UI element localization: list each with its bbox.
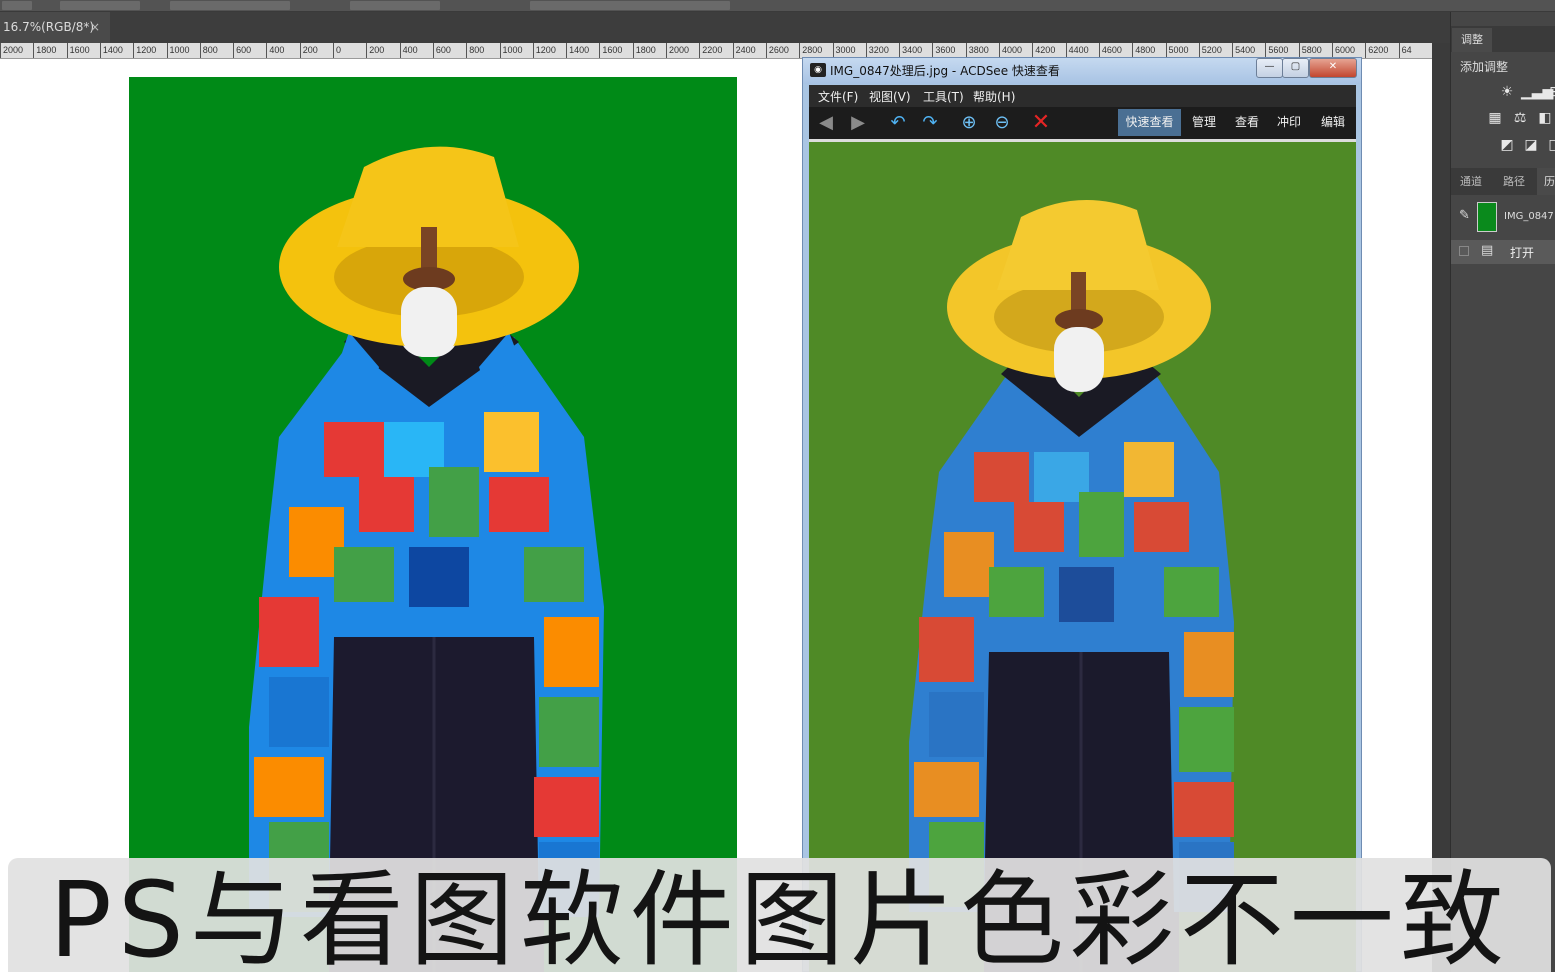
ruler-tick: 1400 <box>99 43 123 58</box>
right-panels <box>1450 12 1555 972</box>
document-tab-label: 16.7%(RGB/8*) <box>3 20 95 34</box>
ruler-tick: 2400 <box>732 43 756 58</box>
history-open-label: 打开 <box>1510 246 1535 260</box>
menu-help[interactable]: 帮助(H) <box>973 88 1015 105</box>
rotate-left-icon[interactable]: ↶ <box>886 111 910 135</box>
ruler-tick: 1200 <box>532 43 556 58</box>
mode-manage[interactable]: 管理 <box>1184 109 1224 136</box>
menu-file[interactable]: 文件(F) <box>818 88 858 105</box>
adjustments-title: 添加调整 <box>1460 60 1509 74</box>
3d-mode-buttons[interactable] <box>530 1 730 10</box>
ruler-tick: 800 <box>466 43 484 58</box>
rotate-right-icon[interactable]: ↷ <box>918 111 942 135</box>
zoom-in-icon[interactable]: ⊕ <box>957 111 981 135</box>
distribute-buttons[interactable] <box>350 1 440 10</box>
ruler-tick: 1600 <box>66 43 90 58</box>
ruler-tick: 600 <box>432 43 451 58</box>
brush-icon: ✎ <box>1459 208 1470 223</box>
ruler-tick: 400 <box>399 43 418 58</box>
tool-preset[interactable] <box>2 1 32 10</box>
menu-tools[interactable]: 工具(T) <box>923 88 964 105</box>
gradient-map-icon[interactable]: ◪ <box>1521 137 1541 153</box>
options-bar <box>0 0 1555 12</box>
tab-paths[interactable]: 路径 <box>1503 168 1525 195</box>
snapshot-thumbnail <box>1477 202 1497 232</box>
invert-icon[interactable]: ◩ <box>1497 137 1517 153</box>
delete-icon[interactable]: ✕ <box>1029 111 1053 135</box>
mode-quick-view[interactable]: 快速查看 <box>1118 109 1181 136</box>
grid-icon[interactable]: ▦ <box>1485 110 1505 126</box>
acdsee-window-title: IMG_0847处理后.jpg - ACDSee 快速查看 <box>830 64 1060 78</box>
photoshop-image <box>129 77 737 972</box>
previous-icon[interactable]: ◀ <box>814 111 838 135</box>
caption-text: PS与看图软件图片色彩不一致 <box>49 860 1510 972</box>
vertical-scrollbar[interactable] <box>1432 43 1450 972</box>
ruler-tick: 2200 <box>699 43 722 58</box>
options-field[interactable] <box>60 1 140 10</box>
maximize-button[interactable]: ▢ <box>1282 58 1309 78</box>
close-button[interactable]: ✕ <box>1309 58 1357 78</box>
mode-edit[interactable]: 编辑 <box>1312 109 1354 136</box>
tab-channels[interactable]: 通道 <box>1460 168 1482 195</box>
mannequin-photo-acdsee <box>909 200 1234 972</box>
selective-icon[interactable]: ◨ <box>1545 137 1555 153</box>
ruler-tick: 6200 <box>1365 43 1388 58</box>
ruler-tick: 1200 <box>133 43 156 58</box>
brightness-icon[interactable]: ☀ <box>1497 84 1517 100</box>
tab-adjustments[interactable]: 调整 <box>1452 28 1492 52</box>
ruler-tick: 200 <box>366 43 384 58</box>
ruler-tick: 400 <box>266 43 284 58</box>
ruler-tick: 200 <box>299 43 318 58</box>
history-state-open[interactable]: ▤ 打开 <box>1451 240 1555 264</box>
ruler-tick: 1600 <box>599 43 622 58</box>
next-icon[interactable]: ▶ <box>846 111 870 135</box>
ruler-tick: 600 <box>233 43 251 58</box>
minimize-button[interactable]: — <box>1256 58 1283 78</box>
snapshot-label: IMG_0847 <box>1504 211 1554 222</box>
ruler-tick: 64 <box>1398 43 1412 58</box>
history-checkbox[interactable] <box>1459 246 1469 256</box>
balance-icon[interactable]: ⚖ <box>1510 110 1530 126</box>
align-buttons[interactable] <box>170 1 290 10</box>
close-tab-icon[interactable]: × <box>90 12 100 43</box>
tab-history[interactable]: 历 <box>1537 168 1555 195</box>
menu-view[interactable]: 视图(V) <box>869 88 911 105</box>
mannequin-photo-ps <box>249 146 604 972</box>
ruler-tick: 2000 <box>666 43 689 58</box>
zoom-out-icon[interactable]: ⊖ <box>990 111 1014 135</box>
bw-icon[interactable]: ◧ <box>1535 110 1555 126</box>
ruler-tick: 0 <box>333 43 341 58</box>
mode-print[interactable]: 冲印 <box>1269 109 1309 136</box>
acdsee-app-icon: ◉ <box>810 63 826 77</box>
levels-icon[interactable]: ▁▃▅ <box>1521 84 1553 100</box>
ruler-tick: 800 <box>199 43 218 58</box>
ruler-tick: 1800 <box>33 43 56 58</box>
acdsee-image <box>809 142 1356 972</box>
document-tab[interactable]: 16.7%(RGB/8*) × <box>0 12 110 43</box>
ruler-tick: 1000 <box>499 43 523 58</box>
ruler-tick: 1000 <box>166 43 190 58</box>
ruler-tick: 2000 <box>0 43 23 58</box>
document-icon: ▤ <box>1481 243 1494 258</box>
ruler-tick: 1800 <box>632 43 656 58</box>
curves-icon[interactable]: ⊟ <box>1545 84 1555 100</box>
mode-view[interactable]: 查看 <box>1227 109 1267 136</box>
document-tab-bar <box>0 12 1450 43</box>
ruler-tick: 1400 <box>566 43 589 58</box>
ruler-tick: 2600 <box>765 43 789 58</box>
history-snapshot[interactable]: ✎ IMG_0847 <box>1451 198 1555 238</box>
